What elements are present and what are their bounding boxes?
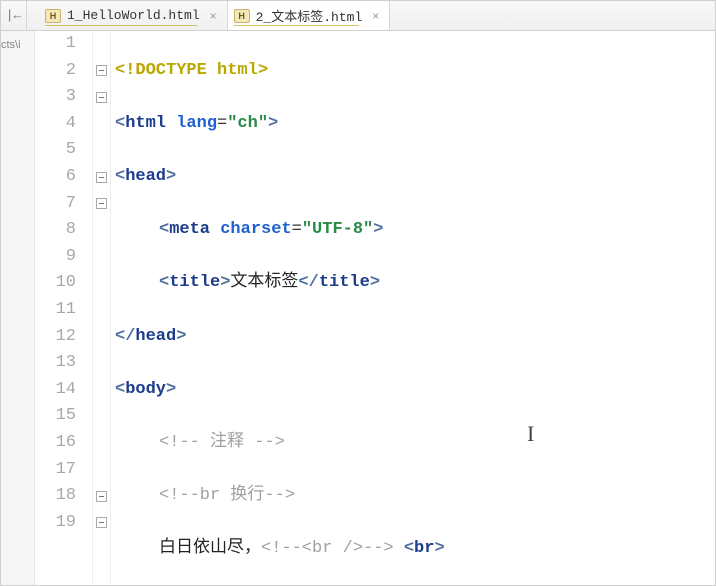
line-number: 6 bbox=[35, 164, 76, 191]
tab-bar: |← H 1_HelloWorld.html × H 2_文本标签.html × bbox=[1, 1, 715, 31]
tab-text-tags[interactable]: H 2_文本标签.html × bbox=[228, 1, 391, 30]
editor-area: cts\i 1 2 3 4 5 6 7 8 9 10 11 12 13 14 1… bbox=[1, 31, 715, 585]
close-icon[interactable]: × bbox=[368, 9, 379, 23]
dirty-indicator bbox=[234, 25, 360, 26]
line-number: 7 bbox=[35, 191, 76, 218]
fold-toggle-icon[interactable] bbox=[96, 172, 107, 183]
fold-gutter bbox=[93, 31, 111, 585]
line-number: 14 bbox=[35, 377, 76, 404]
line-number: 9 bbox=[35, 244, 76, 271]
close-icon[interactable]: × bbox=[206, 9, 217, 23]
fold-toggle-icon[interactable] bbox=[96, 491, 107, 502]
dirty-indicator bbox=[45, 25, 197, 26]
tab-hello-world[interactable]: H 1_HelloWorld.html × bbox=[39, 1, 228, 30]
line-number: 5 bbox=[35, 137, 76, 164]
line-number: 19 bbox=[35, 510, 76, 537]
ide-window: |← H 1_HelloWorld.html × H 2_文本标签.html ×… bbox=[0, 0, 716, 586]
fold-toggle-icon[interactable] bbox=[96, 198, 107, 209]
line-number: 17 bbox=[35, 457, 76, 484]
line-number: 15 bbox=[35, 403, 76, 430]
html-file-icon: H bbox=[45, 9, 61, 23]
spacer bbox=[27, 1, 39, 30]
line-number: 16 bbox=[35, 430, 76, 457]
tab-label: 1_HelloWorld.html bbox=[67, 8, 200, 23]
line-number: 8 bbox=[35, 217, 76, 244]
line-number-gutter: 1 2 3 4 5 6 7 8 9 10 11 12 13 14 15 16 1… bbox=[35, 31, 93, 585]
line-number: 1 bbox=[35, 31, 76, 58]
line-number: 4 bbox=[35, 111, 76, 138]
tab-label: 2_文本标签.html bbox=[256, 6, 363, 25]
line-number: 13 bbox=[35, 350, 76, 377]
project-panel-collapsed[interactable]: cts\i bbox=[1, 31, 35, 585]
line-number: 3 bbox=[35, 84, 76, 111]
code-editor[interactable]: 1 2 3 4 5 6 7 8 9 10 11 12 13 14 15 16 1… bbox=[35, 31, 715, 585]
line-number: 11 bbox=[35, 297, 76, 324]
back-button[interactable]: |← bbox=[1, 1, 27, 30]
fold-toggle-icon[interactable] bbox=[96, 92, 107, 103]
line-number: 18 bbox=[35, 483, 76, 510]
line-number: 10 bbox=[35, 270, 76, 297]
fold-toggle-icon[interactable] bbox=[96, 517, 107, 528]
line-number: 2 bbox=[35, 58, 76, 85]
truncated-path-label: cts\i bbox=[1, 39, 21, 51]
fold-toggle-icon[interactable] bbox=[96, 65, 107, 76]
html-file-icon: H bbox=[234, 9, 250, 23]
line-number: 12 bbox=[35, 324, 76, 351]
code-text-area[interactable]: <!DOCTYPE html> <html lang="ch"> <head> … bbox=[111, 31, 715, 585]
